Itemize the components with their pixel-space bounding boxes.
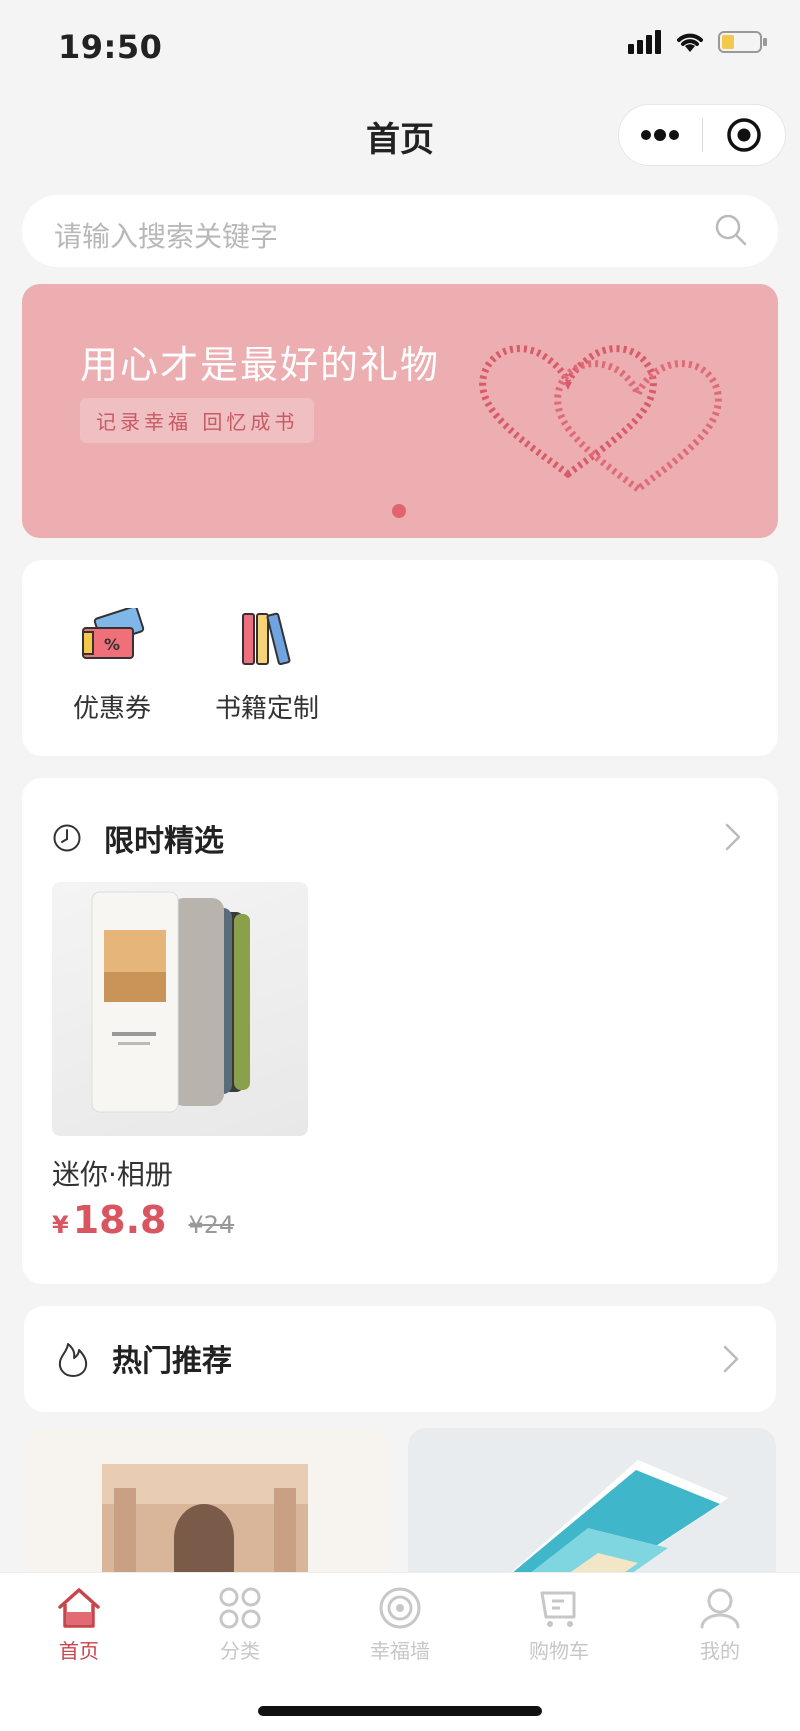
more-icon [641,129,680,141]
book-custom-label: 书籍定制 [214,694,319,724]
wall-icon [379,1587,421,1629]
mini-program-capsule [618,104,786,166]
home-indicator[interactable] [258,1706,542,1716]
category-icon [219,1587,261,1629]
photo-album-illustration-icon [91,891,250,1113]
hot-recommend-chevron-icon[interactable] [722,1344,740,1374]
hot-recommend-header-card[interactable]: 热门推荐 [24,1306,776,1412]
coupon-entry[interactable]: % 优惠券 [52,608,172,725]
cart-icon [540,1591,576,1627]
carousel-indicator[interactable] [392,504,406,518]
product-name[interactable]: 迷你·相册 [52,1153,173,1193]
clock-icon [53,824,81,852]
svg-text:%: % [104,635,120,654]
tab-category[interactable]: 分类 [180,1585,300,1664]
banner-title: 用心才是最好的礼物 [80,343,441,387]
quick-entry-card: % 优惠券 书籍定制 [22,560,778,756]
flash-sale-section: 限时精选 迷你·相册 ¥ 18.8 ¥24 [22,778,778,1284]
price-currency: ¥ [52,1211,69,1239]
product-image[interactable] [52,882,308,1136]
profile-icon [700,1588,740,1629]
hot-recommend-header: 热门推荐 [56,1336,232,1380]
tab-wall-label: 幸福墙 [370,1639,430,1663]
flame-icon [58,1343,88,1377]
tab-cart[interactable]: 购物车 [499,1585,619,1664]
coupon-label: 优惠券 [72,694,151,724]
more-button[interactable] [619,105,702,165]
price-row: ¥ 18.8 ¥24 [52,1198,234,1242]
signal-icon [628,30,661,54]
search-input[interactable]: 请输入搜索关键字 [54,215,278,255]
tab-wall[interactable]: 幸福墙 [340,1585,460,1664]
hearts-illustration-icon [479,345,722,494]
product-price: 18.8 [72,1198,167,1242]
original-price: ¥24 [188,1211,235,1239]
status-time: 19:50 [58,28,163,66]
status-bar: 19:50 [0,0,800,96]
battery-icon [718,31,767,53]
flash-sale-title: 限时精选 [104,824,224,859]
tab-profile[interactable]: 我的 [660,1585,780,1664]
promo-banner[interactable]: 用心才是最好的礼物 记录幸福 回忆成书 [22,284,778,538]
books-icon [242,612,291,666]
close-button[interactable] [703,105,786,165]
book-custom-entry[interactable]: 书籍定制 [192,608,342,725]
tab-category-label: 分类 [220,1639,260,1663]
wifi-icon [677,33,703,52]
status-icons [628,30,768,54]
tab-home-label: 首页 [59,1639,99,1663]
home-icon [58,1588,100,1628]
flash-sale-header[interactable]: 限时精选 [52,816,224,860]
flash-sale-chevron-icon[interactable] [724,822,742,852]
tab-cart-label: 购物车 [529,1639,589,1663]
search-bar[interactable]: 请输入搜索关键字 [22,195,778,267]
tab-profile-label: 我的 [700,1639,740,1663]
tab-home[interactable]: 首页 [19,1585,139,1664]
target-icon [727,118,761,152]
coupon-icon: % [82,608,145,659]
search-icon[interactable] [714,213,748,247]
banner-subtitle: 记录幸福 回忆成书 [80,398,315,443]
hot-recommend-title: 热门推荐 [112,1344,232,1379]
